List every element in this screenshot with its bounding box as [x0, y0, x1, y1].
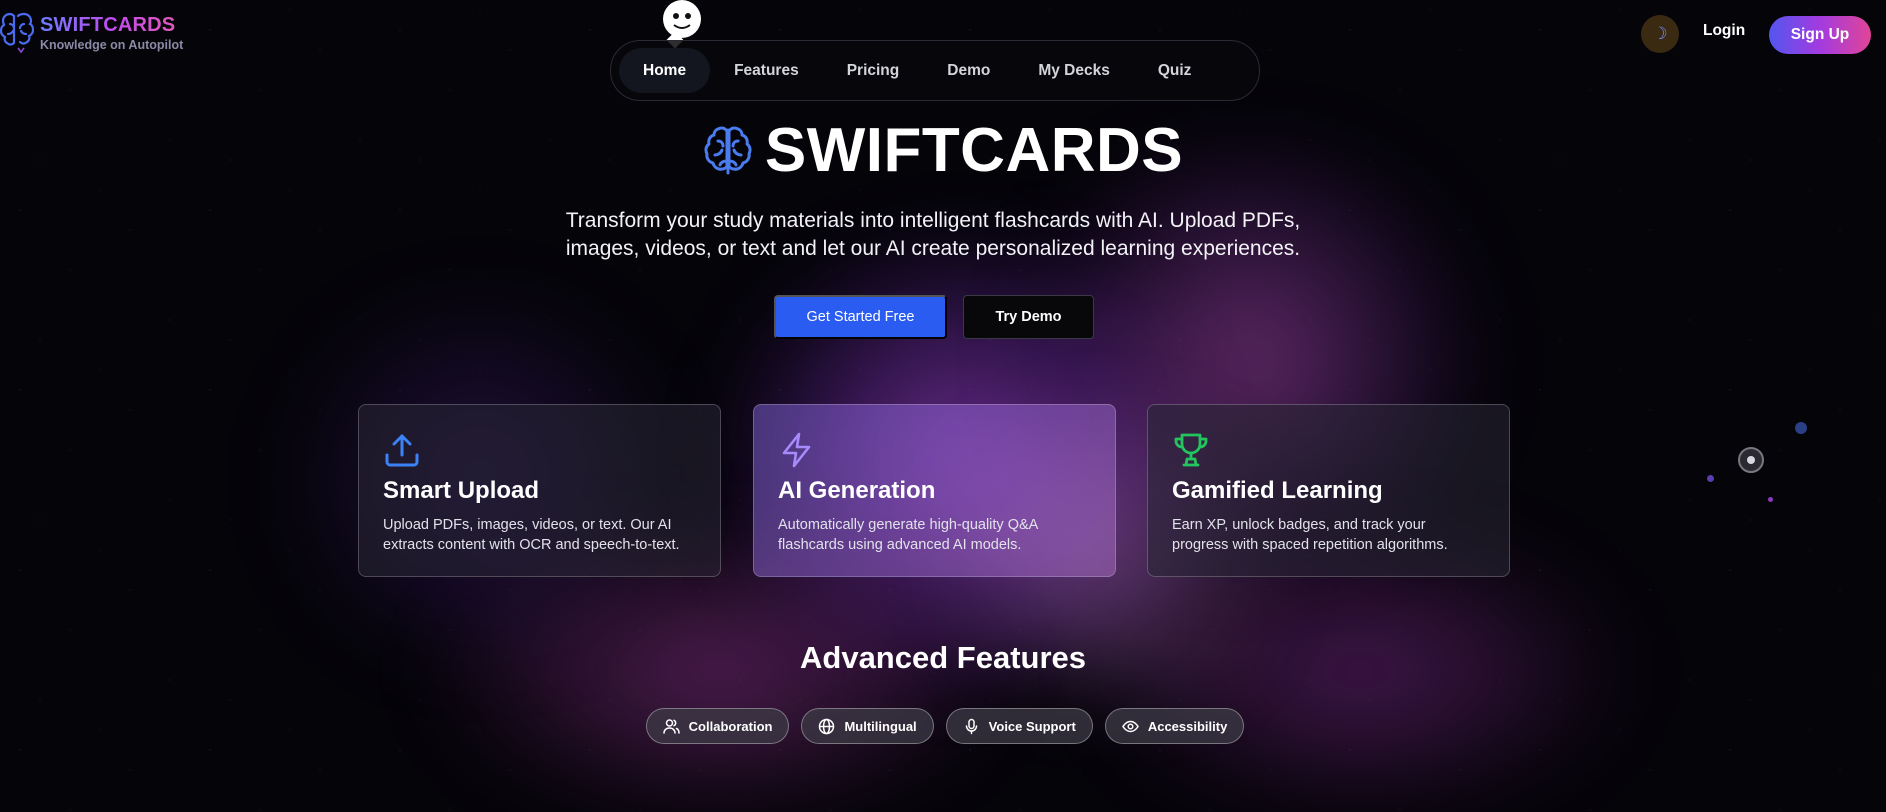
advanced-features-heading: Advanced Features	[800, 640, 1086, 675]
advanced-features-pills: Collaboration Multilingual Voice Support…	[0, 708, 1886, 744]
floating-action-button[interactable]	[1738, 447, 1764, 473]
nav-features[interactable]: Features	[710, 48, 823, 93]
microphone-icon	[965, 718, 977, 734]
hero-heading: SWIFTCARDS	[764, 116, 1184, 185]
login-link[interactable]: Login	[1703, 22, 1745, 40]
feature-title: AI Generation	[778, 477, 936, 504]
hero-title: SWIFTCARDS	[0, 115, 1886, 186]
globe-icon	[819, 718, 835, 734]
nav-demo[interactable]: Demo	[923, 48, 1014, 93]
feature-description: Automatically generate high-quality Q&A …	[778, 517, 1038, 553]
main-nav: Home Features Pricing Demo My Decks Quiz	[610, 40, 1260, 101]
brand-name: SWIFTCARDS	[40, 14, 183, 37]
nav-home[interactable]: Home	[619, 48, 711, 93]
get-started-button[interactable]: Get Started Free	[774, 295, 947, 339]
trophy-icon	[1174, 433, 1208, 467]
decorative-dot	[1707, 475, 1714, 482]
feature-title: Smart Upload	[383, 477, 540, 504]
try-demo-button[interactable]: Try Demo	[963, 295, 1094, 339]
feature-card-smart-upload: Smart Upload Upload PDFs, images, videos…	[358, 404, 721, 577]
lightning-icon	[782, 432, 811, 468]
eye-icon	[1121, 720, 1139, 732]
pill-voice-support[interactable]: Voice Support	[945, 708, 1093, 744]
pill-collaboration[interactable]: Collaboration	[645, 708, 790, 744]
theme-toggle-button[interactable]: ☽	[1641, 15, 1679, 53]
brain-icon	[0, 12, 34, 54]
pill-label: Collaboration	[688, 718, 773, 734]
moon-icon: ☽	[1652, 24, 1668, 43]
feature-description: Earn XP, unlock badges, and track your p…	[1172, 517, 1448, 553]
upload-icon	[385, 434, 419, 467]
pill-label: Accessibility	[1147, 718, 1228, 734]
feature-description: Upload PDFs, images, videos, or text. Ou…	[383, 517, 680, 553]
nav-quiz[interactable]: Quiz	[1134, 48, 1216, 93]
nav-my-decks[interactable]: My Decks	[1014, 48, 1134, 93]
feature-title: Gamified Learning	[1172, 477, 1383, 504]
brand-logo[interactable]: SWIFTCARDS Knowledge on Autopilot	[0, 10, 183, 56]
pill-accessibility[interactable]: Accessibility	[1104, 708, 1245, 744]
users-icon	[662, 718, 680, 734]
nav-pricing[interactable]: Pricing	[823, 48, 924, 93]
feature-card-gamified-learning: Gamified Learning Earn XP, unlock badges…	[1147, 404, 1510, 577]
pill-label: Voice Support	[988, 718, 1076, 734]
feature-card-ai-generation: AI Generation Automatically generate hig…	[753, 404, 1116, 577]
hero-description: Transform your study materials into inte…	[565, 209, 1301, 260]
pill-label: Multilingual	[844, 718, 917, 734]
brand-tagline: Knowledge on Autopilot	[40, 38, 184, 52]
pill-multilingual[interactable]: Multilingual	[801, 708, 934, 744]
decorative-dot	[1768, 497, 1773, 502]
signup-button[interactable]: Sign Up	[1769, 16, 1871, 54]
brain-icon	[704, 125, 752, 174]
decorative-dot	[1795, 422, 1807, 434]
